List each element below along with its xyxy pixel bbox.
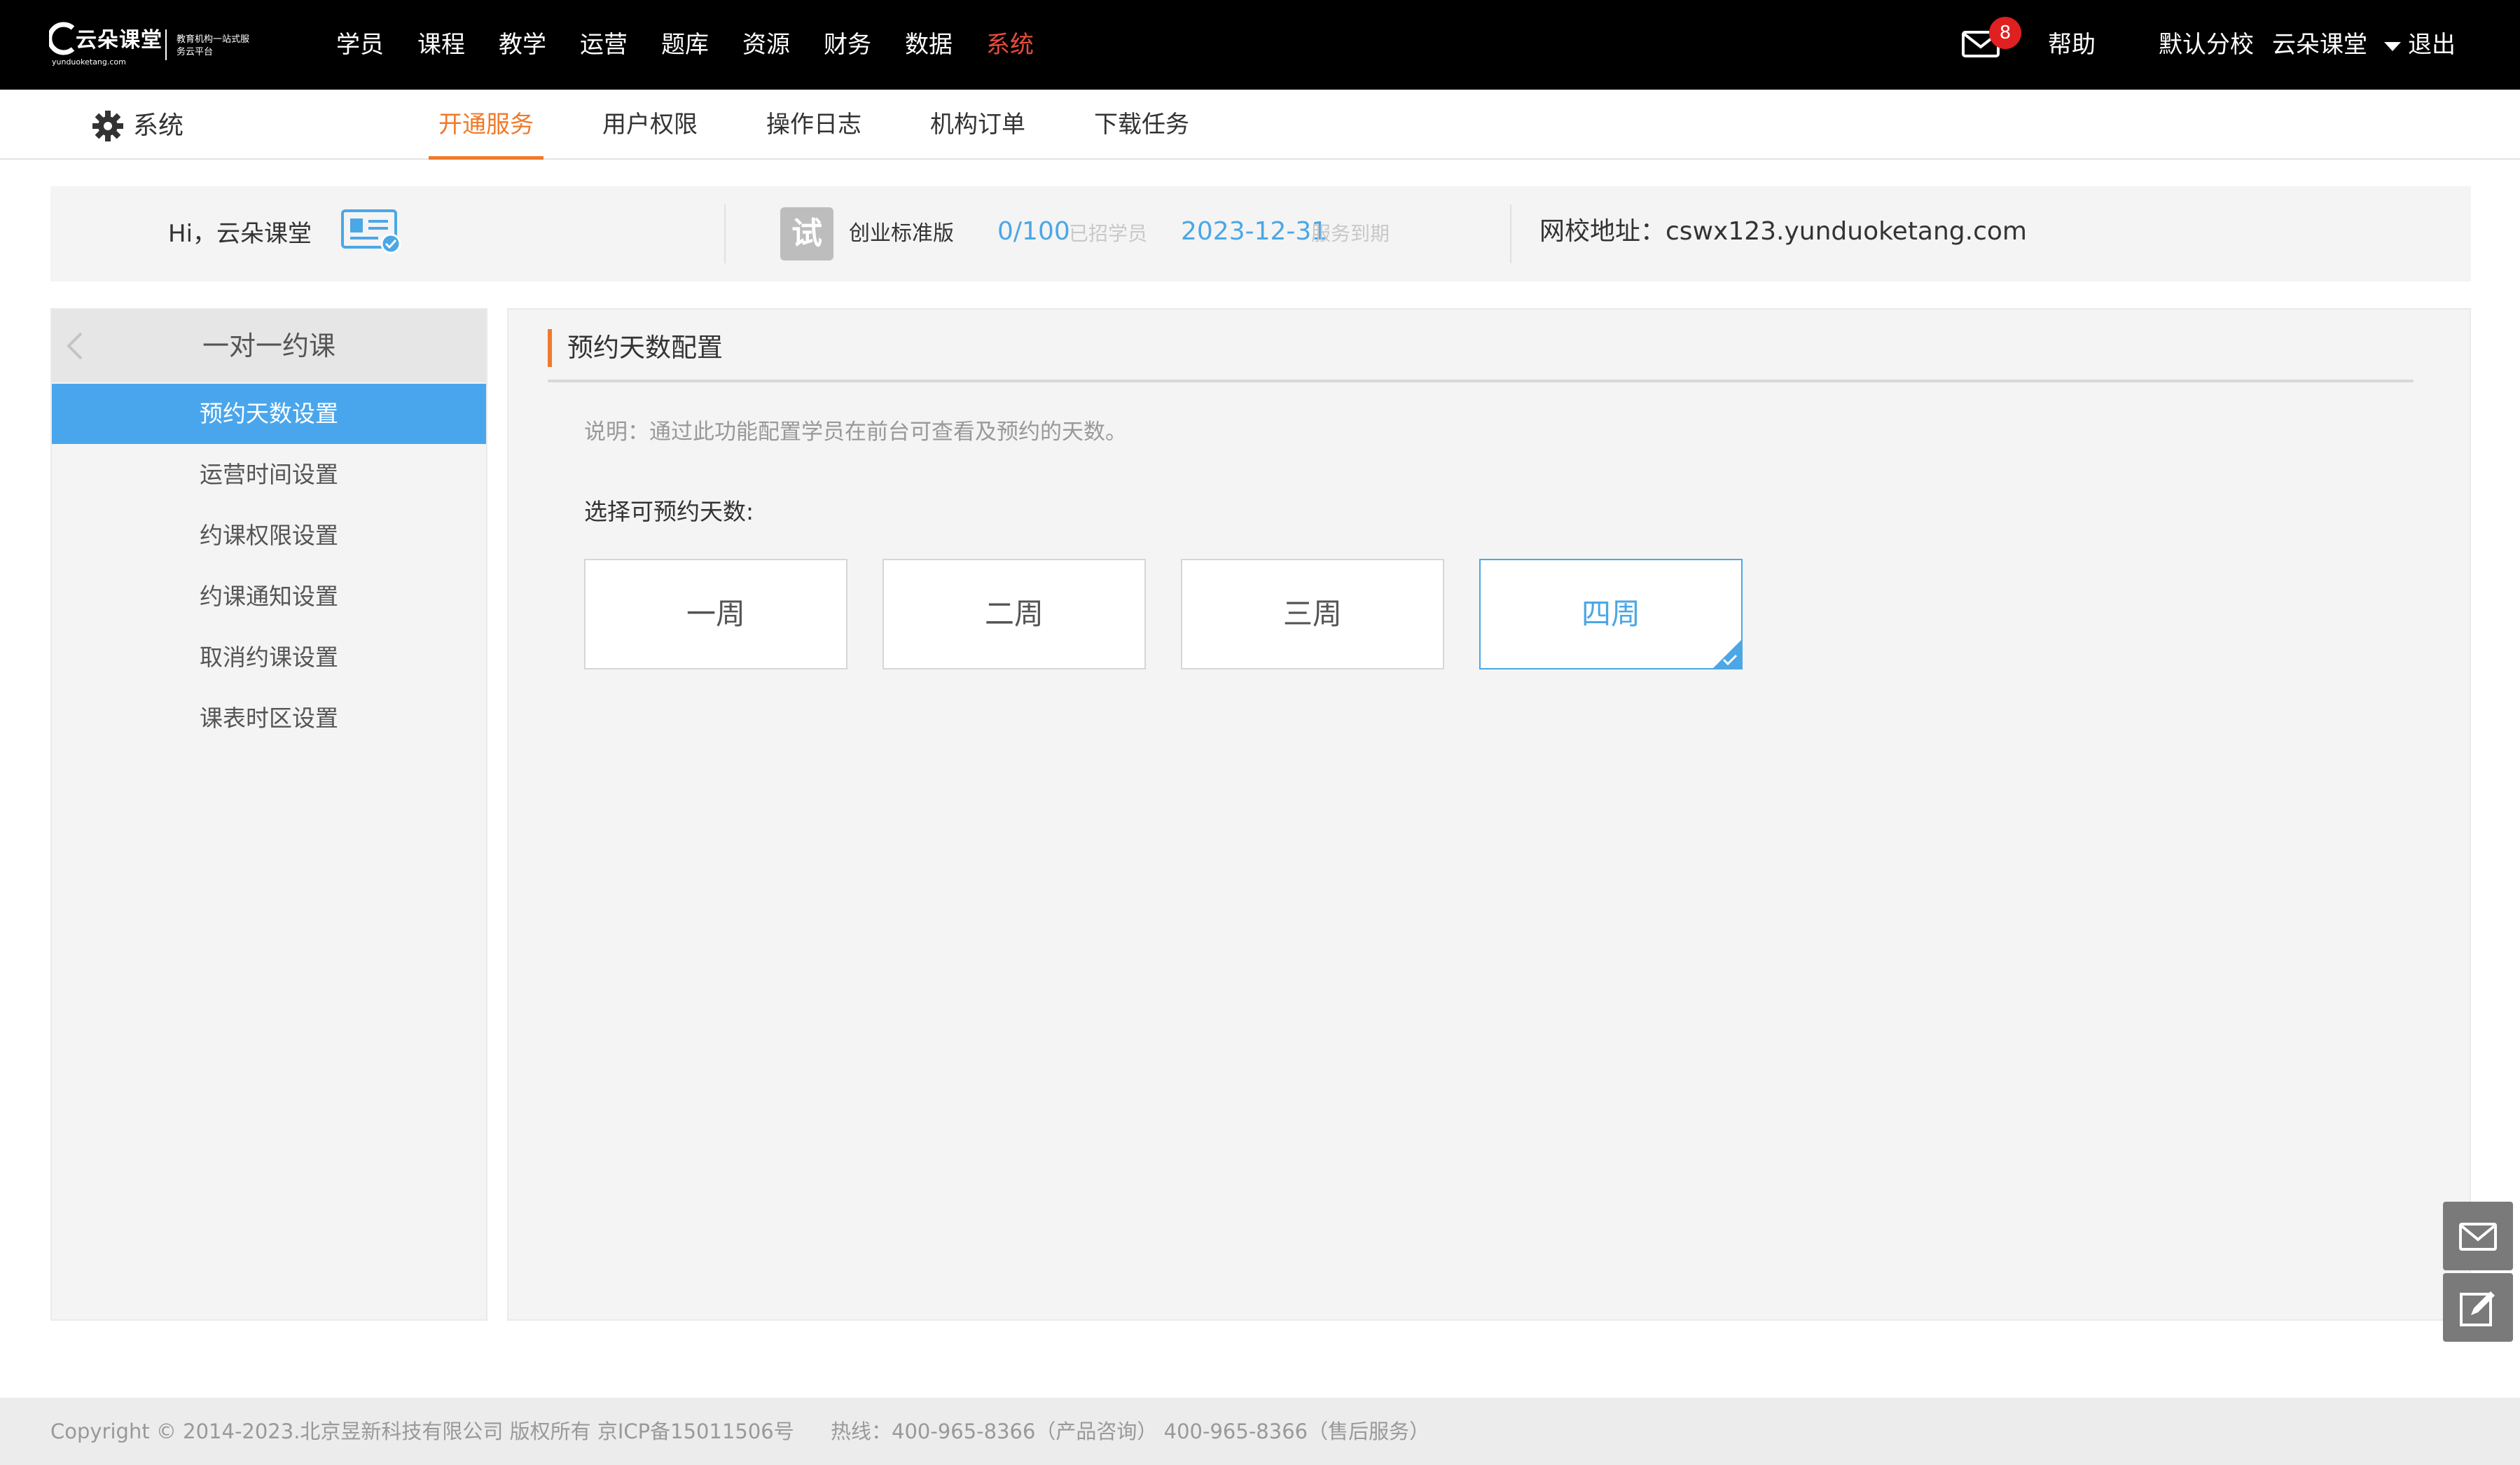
sidebar-item-operating-hours[interactable]: 运营时间设置	[52, 445, 486, 505]
day-options: 一周 二周 三周 四周	[584, 559, 1778, 669]
nav-item-system[interactable]: 系统	[986, 0, 1034, 90]
panel-description: 说明：通过此功能配置学员在前台可查看及预约的天数。	[584, 419, 1127, 445]
envelope-icon	[2459, 1223, 2497, 1251]
id-card-icon[interactable]	[340, 209, 402, 255]
site-url[interactable]: cswx123.yunduoketang.com	[1666, 217, 2027, 246]
title-accent-bar	[548, 329, 552, 367]
panel-header: 预约天数配置	[548, 329, 2414, 382]
copyright: Copyright © 2014-2023.北京昱新科技有限公司 版权所有 京I…	[50, 1419, 794, 1443]
sidebar-item-booking-days[interactable]: 预约天数设置	[52, 384, 486, 444]
expiry-date-label: 服务到期	[1311, 222, 1390, 245]
panel-title: 预约天数配置	[567, 333, 723, 363]
expiry-date: 2023-12-31	[1181, 217, 1328, 246]
sidebar: 一对一约课 预约天数设置 运营时间设置 约课权限设置 约课通知设置 取消约课设置…	[50, 308, 487, 1321]
option-three-weeks[interactable]: 三周	[1181, 559, 1444, 669]
tab-download-tasks[interactable]: 下载任务	[1084, 90, 1199, 160]
check-icon	[1722, 654, 1738, 666]
tab-operation-log[interactable]: 操作日志	[756, 90, 871, 160]
nav-item-finance[interactable]: 财务	[824, 0, 871, 90]
nav-item-teaching[interactable]: 教学	[499, 0, 546, 90]
sidebar-item-booking-notifications[interactable]: 约课通知设置	[52, 567, 486, 627]
chevron-down-icon[interactable]	[2384, 42, 2401, 51]
gear-icon	[92, 111, 123, 141]
student-count: 0/100	[997, 217, 1070, 246]
sidebar-item-booking-permissions[interactable]: 约课权限设置	[52, 506, 486, 566]
info-divider	[724, 204, 726, 263]
choose-days-label: 选择可预约天数:	[584, 498, 754, 525]
sidebar-header: 一对一约课	[52, 310, 486, 382]
nav-item-courses[interactable]: 课程	[417, 0, 465, 90]
tab-org-orders[interactable]: 机构订单	[920, 90, 1035, 160]
edition-name: 创业标准版	[849, 221, 954, 246]
config-panel: 预约天数配置 说明：通过此功能配置学员在前台可查看及预约的天数。 选择可预约天数…	[507, 308, 2471, 1321]
footer: Copyright © 2014-2023.北京昱新科技有限公司 版权所有 京I…	[0, 1398, 2520, 1465]
user-menu[interactable]: 云朵课堂	[2272, 0, 2367, 90]
edit-icon	[2460, 1291, 2495, 1326]
section-title: 系统	[91, 109, 184, 143]
nav-item-operations[interactable]: 运营	[580, 0, 628, 90]
message-float-button[interactable]	[2443, 1202, 2513, 1270]
greeting: Hi，云朵课堂	[168, 220, 312, 248]
sidebar-list: 预约天数设置 运营时间设置 约课权限设置 约课通知设置 取消约课设置 课表时区设…	[52, 384, 486, 749]
site-address-label: 网校地址：	[1539, 217, 1666, 246]
brand-slogan: 教育机构一站式服务云平台	[176, 34, 250, 57]
trial-badge: 试	[780, 207, 833, 261]
logout-link[interactable]: 退出	[2408, 0, 2456, 90]
chevron-left-icon[interactable]	[62, 331, 90, 361]
help-link[interactable]: 帮助	[2048, 0, 2096, 90]
nav-item-data[interactable]: 数据	[905, 0, 953, 90]
option-four-weeks[interactable]: 四周	[1479, 559, 1743, 669]
cloud-logo-icon	[49, 22, 75, 55]
option-two-weeks[interactable]: 二周	[882, 559, 1146, 669]
logo[interactable]: 云朵课堂 yunduoketang.com 教育机构一站式服务云平台	[49, 17, 249, 73]
sidebar-item-cancel-booking[interactable]: 取消约课设置	[52, 627, 486, 688]
top-navbar: 云朵课堂 yunduoketang.com 教育机构一站式服务云平台 学员 课程…	[0, 0, 2520, 90]
tab-user-permissions[interactable]: 用户权限	[593, 90, 707, 160]
feedback-float-button[interactable]	[2443, 1273, 2513, 1342]
tab-open-service[interactable]: 开通服务	[429, 90, 544, 160]
nav-item-question-bank[interactable]: 题库	[661, 0, 709, 90]
option-one-week[interactable]: 一周	[584, 559, 847, 669]
sub-navbar: 系统 开通服务 用户权限 操作日志 机构订单 下载任务	[0, 90, 2520, 160]
sub-tabs: 开通服务 用户权限 操作日志 机构订单 下载任务	[429, 90, 1248, 160]
main-nav: 学员 课程 教学 运营 题库 资源 财务 数据 系统	[336, 0, 1067, 90]
brand-name: 云朵课堂	[76, 28, 162, 53]
unread-badge: 8	[1989, 17, 2021, 49]
hotline: 热线：400-965-8366（产品咨询） 400-965-8366（售后服务）	[831, 1419, 1430, 1443]
sidebar-title: 一对一约课	[202, 331, 335, 361]
info-divider	[1510, 204, 1511, 263]
brand-domain: yunduoketang.com	[52, 57, 126, 67]
site-address: 网校地址：cswx123.yunduoketang.com	[1539, 186, 2027, 277]
school-selector[interactable]: 默认分校	[2159, 0, 2254, 90]
nav-item-students[interactable]: 学员	[336, 0, 384, 90]
account-info-bar: Hi，云朵课堂 试 创业标准版 0/100 已招学员 2023-12-31 服务…	[50, 186, 2471, 282]
logo-divider	[165, 29, 167, 60]
option-four-weeks-label: 四周	[1581, 597, 1640, 631]
section-title-label: 系统	[133, 111, 184, 140]
nav-item-resources[interactable]: 资源	[742, 0, 790, 90]
sidebar-item-timezone[interactable]: 课表时区设置	[52, 688, 486, 749]
student-count-label: 已招学员	[1069, 222, 1148, 245]
